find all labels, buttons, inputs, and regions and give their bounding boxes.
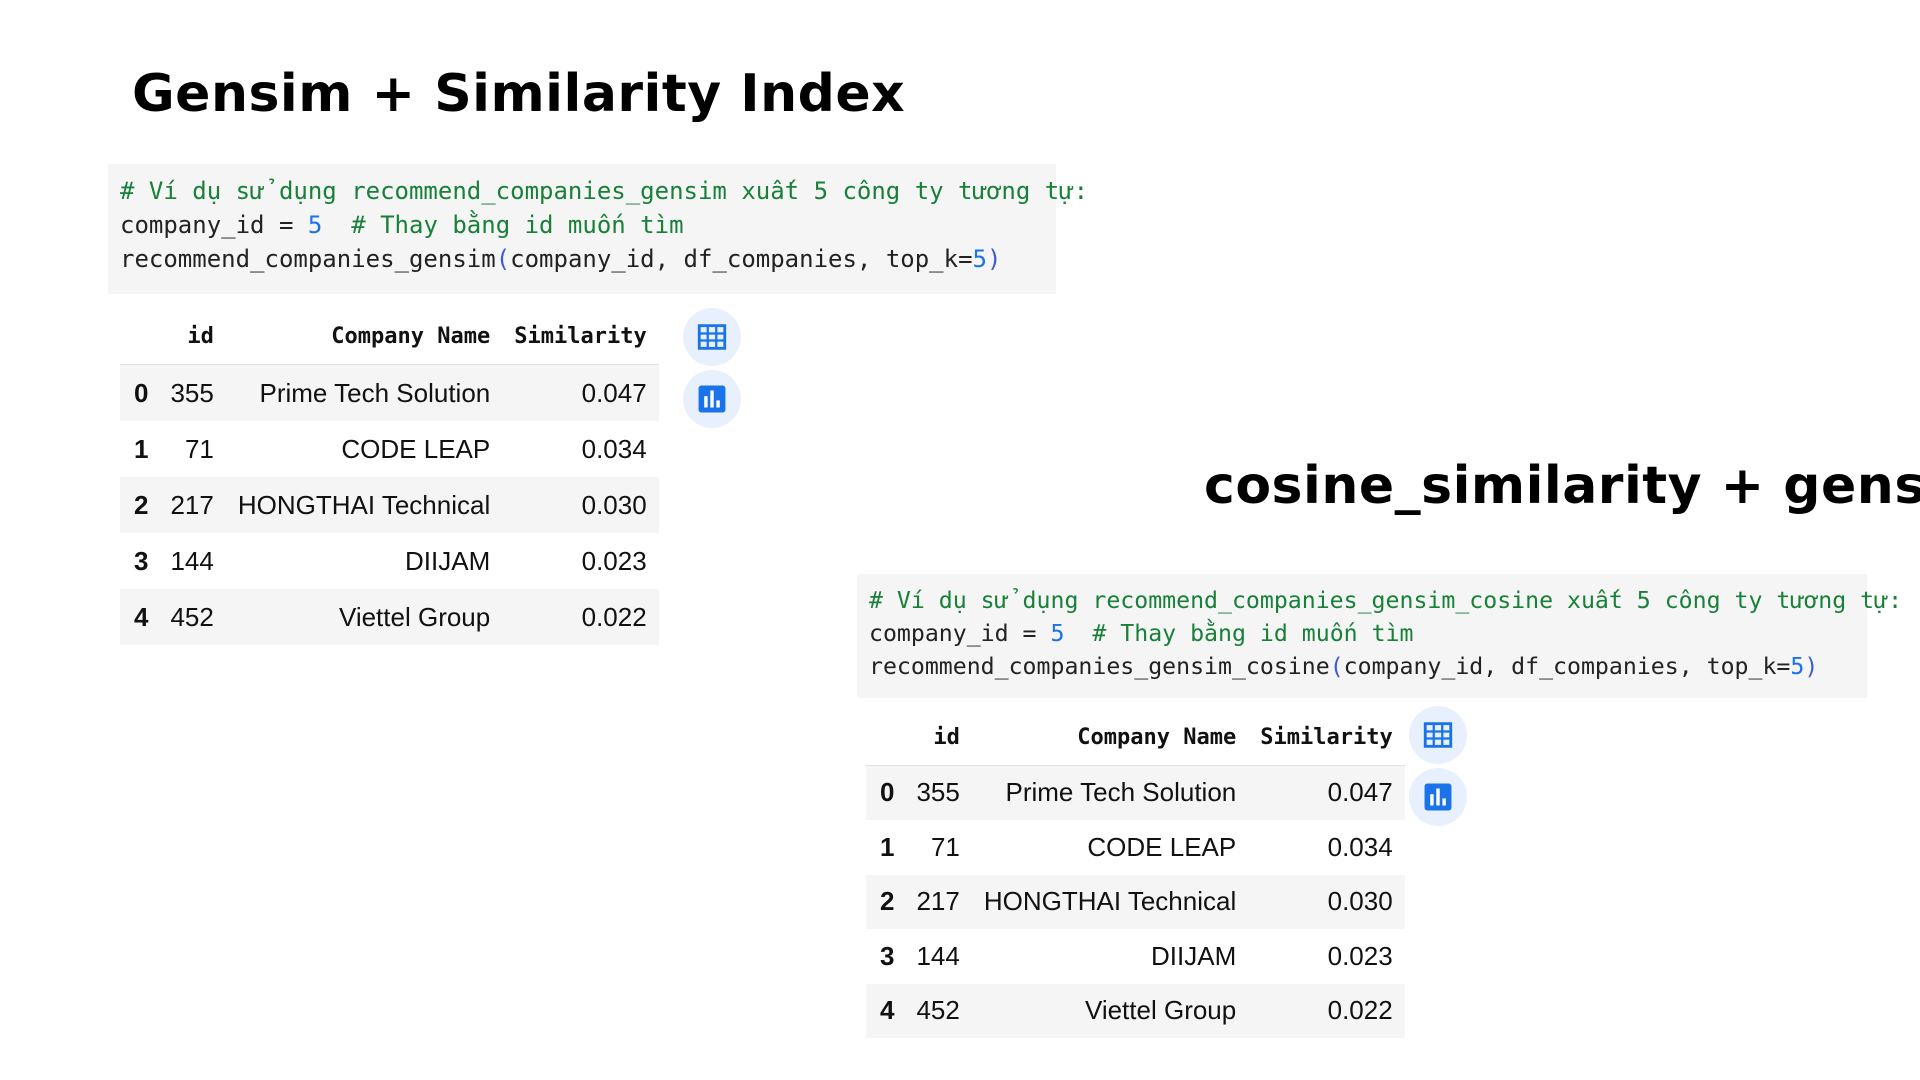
cell-company-name: Prime Tech Solution — [225, 364, 503, 421]
row-index: 2 — [866, 874, 905, 929]
row-index: 0 — [120, 364, 159, 421]
row-index: 4 — [120, 589, 159, 645]
table-row: 4 452 Viettel Group 0.022 — [866, 983, 1405, 1038]
code-number: 5 — [1050, 620, 1065, 647]
cell-id: 355 — [904, 765, 972, 820]
column-header — [120, 308, 159, 365]
column-header: Similarity — [1248, 710, 1405, 766]
bar-chart-icon — [698, 385, 726, 413]
cell-similarity: 0.023 — [1327, 940, 1393, 971]
code-number: 5 — [1790, 653, 1805, 680]
code-paren-close: ) — [1804, 653, 1819, 680]
suggest-chart-button[interactable] — [1409, 768, 1467, 826]
cell-similarity: 0.047 — [1248, 765, 1405, 820]
table-row: 3 144 DIIJAM 0.023 — [866, 929, 1405, 984]
code-inline-comment: # Thay bằng id muốn tìm — [322, 211, 684, 239]
table-row: 2 217 HONGTHAI Technical 0.030 — [120, 477, 659, 533]
dataframe-table-right: id Company Name Similarity 0 355 Prime T… — [866, 710, 1405, 1038]
column-header — [866, 710, 905, 766]
bar-chart-icon — [1424, 783, 1452, 811]
cell-company-name: Viettel Group — [971, 983, 1249, 1038]
code-args: company_id, df_companies, top_k= — [1343, 653, 1791, 680]
code-paren-open: ( — [1329, 653, 1344, 680]
code-comment: # Ví dụ sử dụng recommend_companies_gens… — [869, 587, 1903, 614]
cell-similarity: 0.034 — [1327, 831, 1393, 862]
suggest-chart-button[interactable] — [683, 370, 741, 428]
row-index: 0 — [866, 765, 905, 820]
table-header-row: id Company Name Similarity — [120, 308, 659, 365]
row-index: 3 — [880, 940, 895, 971]
cell-id: 144 — [170, 545, 214, 576]
cell-id: 355 — [158, 364, 226, 421]
code-inline-comment: # Thay bằng id muốn tìm — [1064, 620, 1414, 647]
table-row: 2 217 HONGTHAI Technical 0.030 — [866, 874, 1405, 929]
column-header: id — [158, 308, 226, 365]
code-paren-open: ( — [495, 245, 511, 273]
cell-similarity: 0.030 — [1248, 874, 1405, 929]
column-header: id — [904, 710, 972, 766]
cell-id: 71 — [184, 433, 214, 464]
cell-company-name: HONGTHAI Technical — [971, 874, 1249, 929]
code-number: 5 — [307, 211, 323, 239]
table-row: 0 355 Prime Tech Solution 0.047 — [120, 364, 659, 421]
cell-company-name: CODE LEAP — [1087, 831, 1237, 862]
cell-similarity: 0.034 — [581, 433, 647, 464]
code-args: company_id, df_companies, top_k= — [510, 245, 973, 273]
cell-company-name: DIIJAM — [1151, 940, 1237, 971]
code-assign: company_id = — [120, 211, 308, 239]
cell-similarity: 0.023 — [581, 545, 647, 576]
cell-company-name: Viettel Group — [225, 589, 503, 645]
table-row: 4 452 Viettel Group 0.022 — [120, 589, 659, 645]
row-index: 3 — [134, 545, 149, 576]
cell-id: 217 — [904, 874, 972, 929]
table-row: 3 144 DIIJAM 0.023 — [120, 533, 659, 589]
cell-id: 452 — [158, 589, 226, 645]
row-index: 2 — [120, 477, 159, 533]
dataframe-table-left: id Company Name Similarity 0 355 Prime T… — [120, 308, 659, 645]
code-cell-right[interactable]: # Ví dụ sử dụng recommend_companies_gens… — [857, 574, 1902, 698]
table-row: 0 355 Prime Tech Solution 0.047 — [866, 765, 1405, 820]
table-icon — [697, 324, 727, 350]
row-index: 4 — [866, 983, 905, 1038]
convert-to-interactive-table-button[interactable] — [1409, 706, 1467, 764]
cell-id: 217 — [158, 477, 226, 533]
cell-company-name: DIIJAM — [405, 545, 491, 576]
code-number: 5 — [972, 245, 987, 273]
cell-id: 452 — [904, 983, 972, 1038]
cell-company-name: CODE LEAP — [341, 433, 491, 464]
cell-id: 144 — [916, 940, 960, 971]
column-header: Company Name — [225, 308, 503, 365]
column-header: Company Name — [971, 710, 1249, 766]
code-comment: # Ví dụ sử dụng recommend_companies_gens… — [120, 177, 1089, 205]
cell-similarity: 0.022 — [502, 589, 659, 645]
row-index: 1 — [134, 433, 149, 464]
code-assign: company_id = — [869, 620, 1051, 647]
convert-to-interactive-table-button[interactable] — [683, 308, 741, 366]
code-cell-left[interactable]: # Ví dụ sử dụng recommend_companies_gens… — [108, 164, 1088, 294]
table-header-row: id Company Name Similarity — [866, 710, 1405, 766]
cell-similarity: 0.030 — [502, 477, 659, 533]
column-header: Similarity — [502, 308, 659, 365]
table-icon — [1423, 722, 1453, 748]
table-row: 1 71 CODE LEAP 0.034 — [120, 421, 659, 477]
table-row: 1 71 CODE LEAP 0.034 — [866, 820, 1405, 875]
row-index: 1 — [880, 831, 895, 862]
cell-similarity: 0.022 — [1248, 983, 1405, 1038]
left-heading: Gensim + Similarity Index — [132, 64, 906, 124]
code-paren-close: ) — [986, 245, 1002, 273]
cell-id: 71 — [930, 831, 960, 862]
right-heading: cosine_similarity + gensim — [1204, 456, 1920, 516]
cell-similarity: 0.047 — [502, 364, 659, 421]
code-function: recommend_companies_gensim_cosine — [869, 653, 1330, 680]
cell-company-name: HONGTHAI Technical — [225, 477, 503, 533]
code-function: recommend_companies_gensim — [120, 245, 496, 273]
cell-company-name: Prime Tech Solution — [971, 765, 1249, 820]
